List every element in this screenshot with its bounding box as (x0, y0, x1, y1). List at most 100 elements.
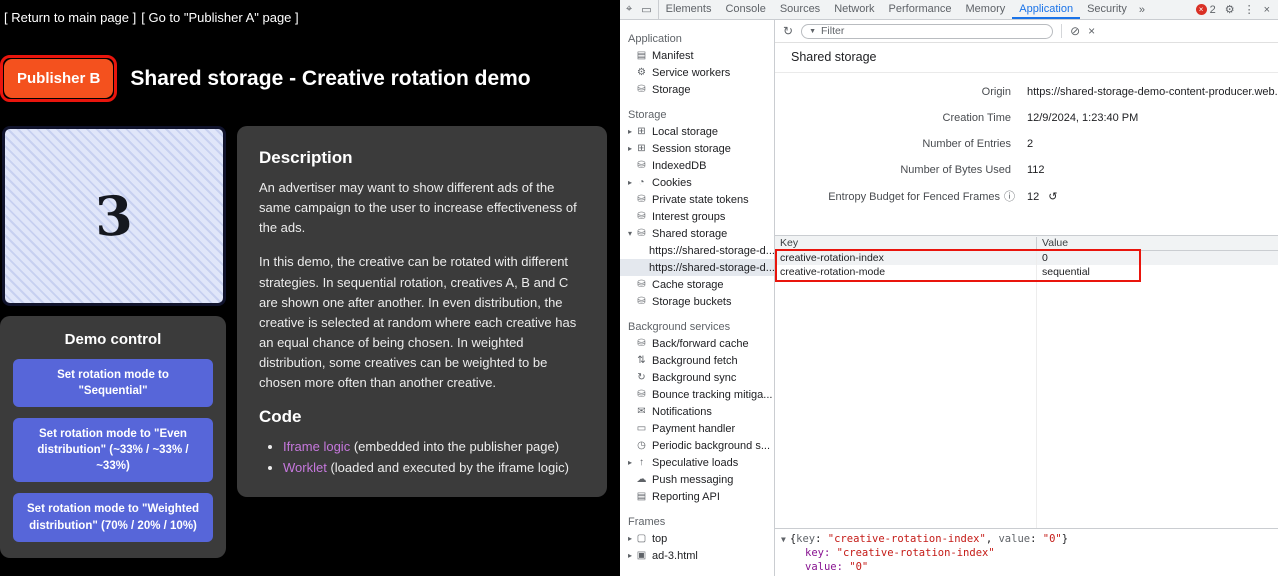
metadata-label: Entropy Budget for Fenced Framesⓘ (775, 188, 1015, 204)
devtools-tab[interactable]: Performance (882, 0, 959, 19)
collapse-arrow-icon[interactable]: ▼ (781, 535, 786, 544)
sidebar-item[interactable]: ▸ ▣ ad-3.html (620, 547, 774, 564)
rotation-mode-button[interactable]: Set rotation mode to "Even distribution"… (13, 418, 213, 482)
more-tabs-icon[interactable]: » (1134, 0, 1150, 19)
devtools-tab[interactable]: Security (1080, 0, 1134, 19)
devtools-tabbar: ⌖ ▭ Elements Console Sources Network Per… (620, 0, 1278, 20)
sidebar-item[interactable]: ⛁ Interest groups (620, 208, 774, 225)
sidebar-item[interactable]: Application (620, 30, 774, 47)
sidebar-item[interactable]: ▸ ◔ Cookies (620, 174, 774, 191)
expand-arrow-icon[interactable]: ▸ (625, 551, 635, 560)
devtools-tab[interactable]: Memory (959, 0, 1013, 19)
metadata-value: 12↺ (1027, 190, 1057, 203)
grid-header: Key Value (775, 236, 1278, 251)
info-icon[interactable]: ⓘ (1004, 191, 1015, 203)
sidebar-item[interactable]: ▸ ⊞ Session storage (620, 140, 774, 157)
sidebar-item[interactable]: Frames (620, 513, 774, 530)
error-icon: × (1196, 4, 1207, 15)
property-value: "creative-rotation-index" (837, 547, 995, 559)
preview-property: value: "0" (781, 561, 1272, 573)
expand-arrow-icon[interactable]: ▸ (625, 534, 635, 543)
preview-token: "creative-rotation-index" (828, 533, 986, 545)
code-list: Iframe logic (embedded into the publishe… (259, 437, 585, 479)
metadata-value: 2 (1027, 138, 1042, 150)
sidebar-item[interactable]: ▤ Manifest (620, 47, 774, 64)
inspect-element-icon[interactable]: ⌖ (626, 3, 632, 16)
filter-placeholder: Filter (821, 25, 844, 37)
sidebar-item[interactable]: ▸ ↑ Speculative loads (620, 454, 774, 471)
devtools-tab[interactable]: Sources (773, 0, 827, 19)
sidebar-item[interactable]: ⛁ Storage buckets (620, 293, 774, 310)
sidebar-item-label: Payment handler (652, 423, 735, 435)
gear-icon[interactable]: ⚙ (1225, 3, 1235, 16)
sidebar-item[interactable]: ▸ ⊞ Local storage (620, 123, 774, 140)
sidebar-item-label: Storage buckets (652, 296, 732, 308)
rotation-mode-button[interactable]: Set rotation mode to "Weighted distribut… (13, 493, 213, 541)
sidebar-item[interactable]: ⇅ Background fetch (620, 352, 774, 369)
device-toolbar-icon[interactable]: ▭ (641, 3, 651, 16)
close-icon[interactable]: × (1264, 4, 1270, 16)
block-icon[interactable]: ⊘ (1070, 24, 1080, 38)
sidebar-item[interactable]: ⛁ Storage (620, 81, 774, 98)
devtools-body: Application ▤ Manifest ⚙ Service workers (620, 20, 1278, 576)
metadata-row: Entropy Budget for Fenced Framesⓘ 12↺ (775, 183, 1278, 209)
code-link[interactable]: Worklet (283, 460, 327, 475)
publisher-b-badge[interactable]: Publisher B (4, 59, 113, 98)
sidebar-item[interactable]: https://shared-storage-d... (620, 259, 774, 276)
preview-token: , (986, 533, 999, 545)
description-paragraph: In this demo, the creative can be rotate… (259, 252, 585, 393)
reset-budget-icon[interactable]: ↺ (1048, 191, 1057, 203)
filter-input[interactable]: ▼ Filter (801, 24, 1053, 39)
sidebar-item-label: Application (628, 33, 682, 45)
sidebar-item[interactable]: ▭ Payment handler (620, 420, 774, 437)
devtools-tab[interactable]: Application (1012, 0, 1080, 19)
code-link[interactable]: Iframe logic (283, 439, 350, 454)
devtools-tab[interactable]: Network (827, 0, 881, 19)
top-link[interactable]: [ Go to "Publisher A" page ] (141, 10, 298, 25)
expand-arrow-icon[interactable]: ▸ (625, 458, 635, 467)
storage-entry-row[interactable]: creative-rotation-index 0 (775, 251, 1278, 265)
sidebar-item[interactable]: ⚙ Service workers (620, 64, 774, 81)
code-list-item: Iframe logic (embedded into the publishe… (283, 437, 585, 458)
rotation-mode-button[interactable]: Set rotation mode to "Sequential" (13, 359, 213, 407)
expand-arrow-icon[interactable]: ▸ (625, 127, 635, 136)
sidebar-item[interactable]: Storage (620, 106, 774, 123)
storage-entry-row[interactable]: creative-rotation-mode sequential (775, 265, 1278, 279)
sidebar-item[interactable]: Background services (620, 318, 774, 335)
metadata-value: 12/9/2024, 1:23:40 PM (1027, 112, 1147, 124)
expand-arrow-icon[interactable]: ▾ (625, 229, 635, 238)
sidebar-item[interactable]: ▾ ⛁ Shared storage (620, 225, 774, 242)
card-icon: ▭ (635, 423, 648, 434)
sidebar-item[interactable]: ◷ Periodic background s... (620, 437, 774, 454)
top-link[interactable]: [ Return to main page ] (4, 10, 136, 25)
error-count-badge[interactable]: × 2 (1196, 4, 1216, 16)
sidebar-item[interactable]: ⛁ Private state tokens (620, 191, 774, 208)
frame-icon: ▢ (635, 533, 648, 544)
sidebar-item[interactable]: ⛁ Bounce tracking mitiga... (620, 386, 774, 403)
devtools-tab[interactable]: Elements (659, 0, 719, 19)
sidebar-item[interactable]: ↻ Background sync (620, 369, 774, 386)
sidebar-item[interactable]: ▤ Reporting API (620, 488, 774, 505)
sidebar-item[interactable]: https://shared-storage-d... (620, 242, 774, 259)
sidebar-item[interactable]: ⛁ IndexedDB (620, 157, 774, 174)
sidebar-item[interactable]: ▸ ▢ top (620, 530, 774, 547)
preview-token: "0" (1043, 533, 1062, 545)
description-paragraph: An advertiser may want to show different… (259, 178, 585, 238)
devtools-tab[interactable]: Console (718, 0, 772, 19)
kebab-menu-icon[interactable]: ⋮ (1244, 3, 1255, 16)
expand-arrow-icon[interactable]: ▸ (625, 144, 635, 153)
sidebar-item[interactable]: ⛁ Back/forward cache (620, 335, 774, 352)
metadata-row: Origin https://shared-storage-demo-conte… (775, 79, 1278, 105)
sidebar-item-label: https://shared-storage-d... (649, 262, 774, 274)
sidebar-item[interactable]: ⛁ Cache storage (620, 276, 774, 293)
preview-token: key (796, 533, 815, 545)
preview-summary: ▼{key: "creative-rotation-index", value:… (781, 533, 1272, 545)
sidebar-item[interactable]: ☁ Push messaging (620, 471, 774, 488)
metadata-value: 112 (1027, 164, 1054, 176)
refresh-icon[interactable]: ↻ (783, 24, 793, 38)
expand-arrow-icon[interactable]: ▸ (625, 178, 635, 187)
sidebar-item-label: Interest groups (652, 211, 725, 223)
sidebar-item[interactable]: ✉ Notifications (620, 403, 774, 420)
page-title: Shared storage - Creative rotation demo (130, 67, 530, 91)
clear-icon[interactable]: × (1088, 24, 1095, 38)
